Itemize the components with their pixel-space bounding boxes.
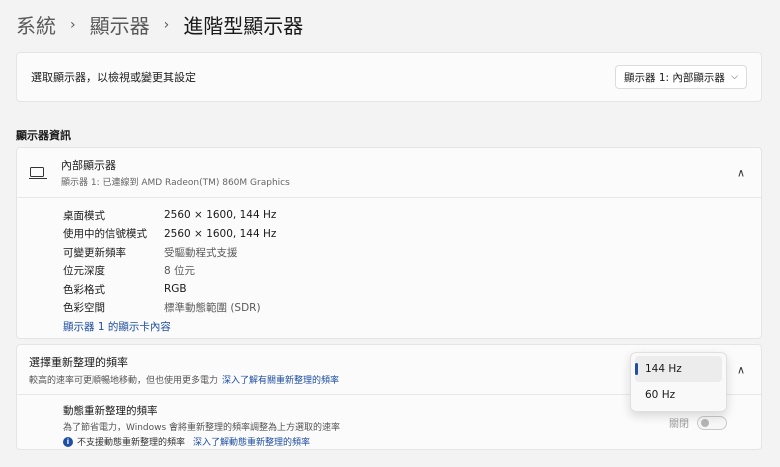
breadcrumb-display[interactable]: 顯示器: [90, 10, 150, 39]
spec-key: 位元深度: [63, 265, 105, 278]
page-title: 進階型顯示器: [183, 13, 304, 38]
spec-key: 桌面模式: [63, 209, 105, 222]
refresh-rate-desc: 較高的速率可更順暢地移動，但也使用更多電力: [29, 375, 219, 386]
spec-key: 色彩格式: [63, 283, 105, 296]
spec-row: 可變更新頻率 受驅動程式支援: [63, 243, 761, 262]
dynamic-refresh-warning-text: 不支援動態重新整理的頻率: [77, 438, 186, 448]
display-info-title: 內部顯示器: [61, 159, 116, 172]
spec-value: RGB: [164, 283, 187, 296]
spec-value: 2560 × 1600, 144 Hz: [164, 227, 277, 240]
display-select-label: 選取顯示器，以檢視或變更其設定: [31, 71, 196, 84]
chevron-right-icon: ›: [70, 17, 76, 33]
spec-value: 8 位元: [164, 265, 196, 278]
display-select-dropdown[interactable]: 顯示器 1: 內部顯示器 ⌵: [615, 65, 747, 89]
spec-row: 色彩空間 標準動態範圍 (SDR): [63, 299, 761, 318]
spec-key: 使用中的信號模式: [63, 228, 147, 241]
spec-row: 位元深度 8 位元: [63, 262, 761, 281]
toggle-knob: [701, 419, 709, 427]
chevron-up-icon[interactable]: ∧: [737, 166, 745, 179]
refresh-rate-dropdown-menu: 144 Hz 60 Hz: [630, 352, 727, 412]
adapter-properties-link[interactable]: 顯示器 1 的顯示卡內容: [17, 317, 761, 335]
display-info-header[interactable]: 內部顯示器 顯示器 1: 已連線到 AMD Radeon(TM) 860M Gr…: [17, 148, 761, 198]
toggle-label: 關閉: [669, 419, 689, 430]
refresh-rate-option-144[interactable]: 144 Hz: [635, 356, 722, 382]
display-select-card: 選取顯示器，以檢視或變更其設定 顯示器 1: 內部顯示器 ⌵: [16, 52, 762, 102]
display-select-value: 顯示器 1: 內部顯示器: [624, 71, 725, 84]
dynamic-refresh-learn-more-link[interactable]: 深入了解動態重新整理的頻率: [193, 435, 310, 448]
chevron-right-icon: ›: [163, 17, 170, 33]
spec-row: 使用中的信號模式 2560 × 1600, 144 Hz: [63, 225, 761, 244]
spec-list: 桌面模式 2560 × 1600, 144 Hz 使用中的信號模式 2560 × 1…: [17, 198, 761, 317]
dynamic-refresh-warning: i 不支援動態重新整理的頻率 深入了解動態重新整理的頻率: [63, 435, 761, 448]
breadcrumb: 系統 › 顯示器 › 進階型顯示器: [16, 8, 303, 40]
monitor-icon: [29, 166, 47, 180]
refresh-rate-learn-more-link[interactable]: 深入了解有關重新整理的頻率: [222, 376, 339, 386]
refresh-rate-option-60[interactable]: 60 Hz: [635, 382, 722, 408]
chevron-down-icon: ⌵: [731, 72, 738, 82]
spec-key: 色彩空間: [63, 302, 105, 315]
breadcrumb-system[interactable]: 系統: [16, 10, 56, 39]
spec-key: 可變更新頻率: [63, 246, 126, 259]
dynamic-refresh-toggle[interactable]: [697, 415, 727, 430]
display-info-card: 內部顯示器 顯示器 1: 已連線到 AMD Radeon(TM) 860M Gr…: [16, 147, 762, 339]
chevron-up-icon[interactable]: ∧: [737, 363, 745, 376]
dynamic-refresh-toggle-group: 關閉: [669, 415, 727, 430]
info-icon: i: [63, 436, 73, 447]
spec-value: 受驅動程式支援: [164, 246, 238, 259]
spec-value: 標準動態範圍 (SDR): [164, 302, 261, 315]
display-info-subtitle: 顯示器 1: 已連線到 AMD Radeon(TM) 860M Graphics: [61, 178, 290, 188]
spec-row: 色彩格式 RGB: [63, 280, 761, 299]
section-title: 顯示器資訊: [16, 129, 71, 142]
dynamic-refresh-subtitle: 為了節省電力，Windows 會將重新整理的頻率調整為上方選取的速率: [63, 423, 341, 433]
spec-row: 桌面模式 2560 × 1600, 144 Hz: [63, 206, 761, 225]
spec-value: 2560 × 1600, 144 Hz: [164, 209, 277, 222]
